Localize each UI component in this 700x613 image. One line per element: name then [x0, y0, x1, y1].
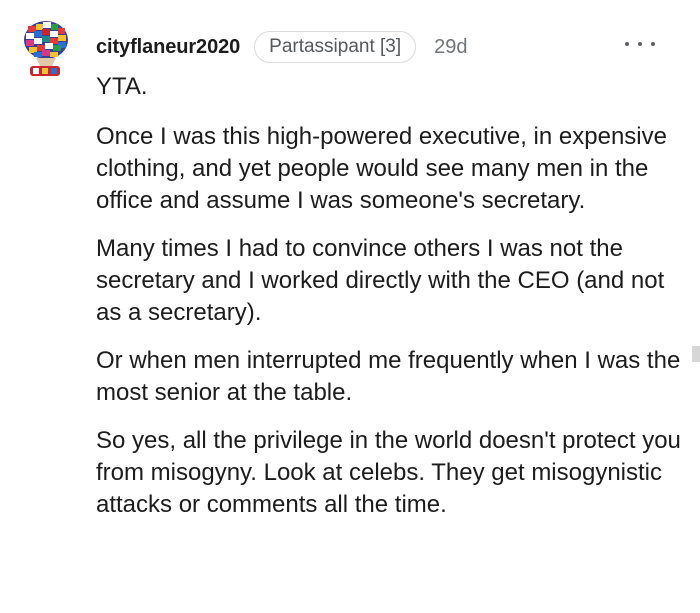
comment-paragraph: Or when men interrupted me frequently wh…	[96, 347, 681, 406]
comment-paragraph: YTA.	[96, 73, 148, 100]
comment-header: cityflaneur2020 Partassipant [3] 29d	[96, 30, 468, 64]
user-avatar-icon[interactable]	[22, 16, 70, 78]
more-dot	[638, 42, 642, 46]
comment: cityflaneur2020 Partassipant [3] 29d YTA…	[0, 0, 700, 613]
comment-paragraph: Once I was this high-powered executive, …	[96, 123, 667, 214]
comment-timestamp[interactable]: 29d	[434, 36, 467, 59]
ellipsis-horizontal-icon[interactable]	[625, 36, 655, 52]
scrollbar-thumb[interactable]	[692, 346, 700, 362]
username-link[interactable]: cityflaneur2020	[96, 36, 240, 59]
user-flair-badge: Partassipant [3]	[254, 31, 417, 63]
more-dot	[651, 42, 655, 46]
comment-paragraph: So yes, all the privilege in the world d…	[96, 427, 681, 518]
more-dot	[625, 42, 629, 46]
comment-paragraph: Many times I had to convince others I wa…	[96, 235, 665, 326]
comment-body: YTA. Once I was this high-powered execut…	[96, 71, 681, 537]
